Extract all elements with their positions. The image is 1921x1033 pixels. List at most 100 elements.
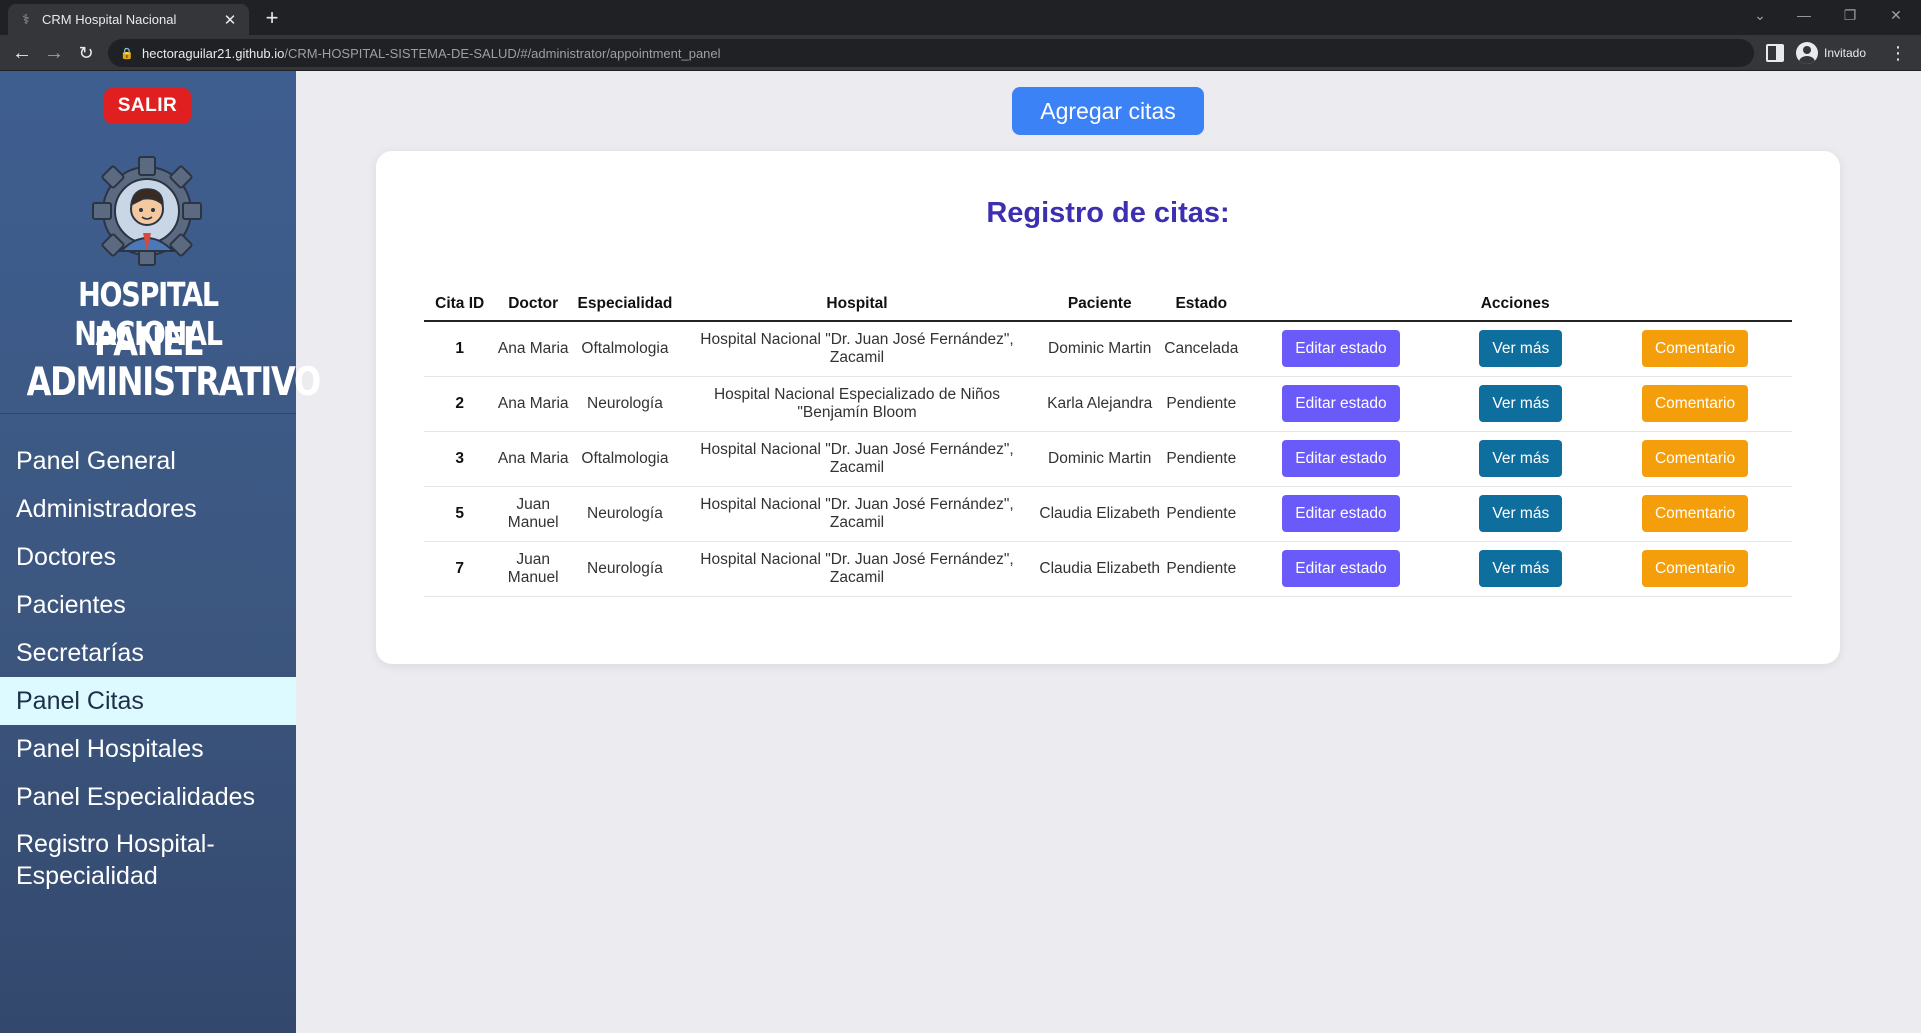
sidebar-item-secretarias[interactable]: Secretarías bbox=[0, 629, 296, 677]
comment-button[interactable]: Comentario bbox=[1641, 550, 1749, 587]
table-row: 3 Ana Maria Oftalmologia Hospital Nacional … bbox=[424, 431, 1792, 487]
comment-button[interactable]: Comentario bbox=[1641, 495, 1749, 532]
restore-icon[interactable]: ❐ bbox=[1830, 0, 1870, 30]
close-window-icon[interactable]: ✕ bbox=[1876, 0, 1916, 30]
hospital-favicon-icon: ⚕ bbox=[22, 11, 30, 27]
table-row: 5 Juan Manuel Neurología Hospital Nacional … bbox=[424, 486, 1792, 542]
sidebar-item-doctores[interactable]: Doctores bbox=[0, 533, 296, 581]
cell-especialidad: Oftalmologia bbox=[571, 321, 679, 377]
cell-paciente: Dominic Martin bbox=[1035, 431, 1165, 487]
view-more-button[interactable]: Ver más bbox=[1479, 550, 1563, 587]
column-header: Acciones bbox=[1238, 287, 1792, 322]
sidebar-item-panel-especialidades[interactable]: Panel Especialidades bbox=[0, 773, 296, 821]
cell-acciones: Editar estado Ver más Comentario bbox=[1238, 376, 1792, 432]
logout-button[interactable]: SALIR bbox=[104, 88, 191, 124]
table-row: 2 Ana Maria Neurología Hospital Nacional Es… bbox=[424, 376, 1792, 432]
column-header: Cita ID bbox=[424, 287, 496, 322]
cell-cita-id: 2 bbox=[424, 376, 496, 432]
main-content: Agregar citas Registro de citas: Cita ID… bbox=[296, 71, 1921, 1033]
sidebar-item-registro-hospital-especialidad[interactable]: Registro Hospital-Especialidad bbox=[0, 821, 296, 901]
cell-paciente: Karla Alejandra bbox=[1035, 376, 1165, 432]
view-more-button[interactable]: Ver más bbox=[1479, 385, 1563, 422]
cell-doctor: Juan Manuel bbox=[495, 486, 572, 542]
cell-hospital: Hospital Nacional Especializado de Niños… bbox=[678, 376, 1036, 432]
profile-button[interactable]: Invitado bbox=[1796, 40, 1866, 66]
sidebar-item-panel-citas[interactable]: Panel Citas bbox=[0, 677, 296, 725]
url-host: hectoraguilar21.github.io bbox=[142, 45, 285, 61]
sidebar-divider bbox=[0, 413, 296, 414]
url-path: /CRM-HOSPITAL-SISTEMA-DE-SALUD/#/adminis… bbox=[284, 45, 721, 61]
cell-hospital: Hospital Nacional "Dr. Juan José Fernánd… bbox=[678, 541, 1036, 597]
cell-cita-id: 5 bbox=[424, 486, 496, 542]
cell-acciones: Editar estado Ver más Comentario bbox=[1238, 486, 1792, 542]
brand-subtitle: PANEL ADMINISTRATIVO bbox=[26, 320, 322, 405]
tab-search-icon[interactable]: ⌄ bbox=[1740, 0, 1780, 30]
cell-estado: Cancelada bbox=[1164, 321, 1239, 377]
cell-doctor: Ana Maria bbox=[495, 376, 572, 432]
sidebar-item-administradores[interactable]: Administradores bbox=[0, 485, 296, 533]
add-appointment-button[interactable]: Agregar citas bbox=[1012, 87, 1204, 135]
appointments-table: Cita ID Doctor Especialidad Hospital Pac… bbox=[424, 287, 1792, 597]
browser-tab[interactable]: ⚕ CRM Hospital Nacional ✕ bbox=[8, 4, 249, 35]
admin-gear-avatar-icon bbox=[92, 156, 202, 266]
appointments-card: Registro de citas: Cita ID Doctor Especi… bbox=[376, 151, 1840, 664]
cell-estado: Pendiente bbox=[1164, 376, 1239, 432]
cell-cita-id: 7 bbox=[424, 541, 496, 597]
sidebar-item-panel-general[interactable]: Panel General bbox=[0, 437, 296, 485]
table-row: 7 Juan Manuel Neurología Hospital Nacional … bbox=[424, 541, 1792, 597]
new-tab-icon[interactable]: + bbox=[258, 4, 286, 32]
edit-status-button[interactable]: Editar estado bbox=[1282, 385, 1400, 422]
sidebar-item-panel-hospitales[interactable]: Panel Hospitales bbox=[0, 725, 296, 773]
view-more-button[interactable]: Ver más bbox=[1479, 330, 1563, 368]
edit-status-button[interactable]: Editar estado bbox=[1282, 495, 1400, 532]
cell-estado: Pendiente bbox=[1164, 486, 1239, 542]
cell-estado: Pendiente bbox=[1164, 541, 1239, 597]
column-header: Estado bbox=[1164, 287, 1239, 322]
back-arrow-icon[interactable]: ← bbox=[8, 39, 36, 67]
browser-tab-strip: ⚕ CRM Hospital Nacional ✕ + ⌄ — ❐ ✕ bbox=[0, 0, 1921, 35]
cell-acciones: Editar estado Ver más Comentario bbox=[1238, 321, 1792, 377]
comment-button[interactable]: Comentario bbox=[1641, 330, 1749, 368]
view-more-button[interactable]: Ver más bbox=[1479, 440, 1563, 477]
cell-estado: Pendiente bbox=[1164, 431, 1239, 487]
side-panel-icon[interactable] bbox=[1766, 44, 1784, 62]
browser-menu-icon[interactable]: ⋮ bbox=[1886, 39, 1910, 67]
sidebar-item-pacientes[interactable]: Pacientes bbox=[0, 581, 296, 629]
cell-paciente: Dominic Martin bbox=[1035, 321, 1165, 377]
brand-subtitle-line2: ADMINISTRATIVO bbox=[26, 360, 322, 405]
cell-especialidad: Neurología bbox=[571, 376, 679, 432]
comment-button[interactable]: Comentario bbox=[1641, 440, 1749, 477]
cell-doctor: Ana Maria bbox=[495, 431, 572, 487]
brand-subtitle-line1: PANEL bbox=[93, 320, 203, 365]
lock-icon: 🔒 bbox=[120, 47, 134, 60]
edit-status-button[interactable]: Editar estado bbox=[1282, 440, 1400, 477]
cell-hospital: Hospital Nacional "Dr. Juan José Fernánd… bbox=[678, 486, 1036, 542]
tab-title: CRM Hospital Nacional bbox=[42, 12, 177, 27]
close-tab-icon[interactable]: ✕ bbox=[221, 11, 239, 29]
column-header: Doctor bbox=[495, 287, 572, 322]
sidebar-nav: Panel General Administradores Doctores P… bbox=[0, 437, 296, 901]
cell-especialidad: Neurología bbox=[571, 486, 679, 542]
comment-button[interactable]: Comentario bbox=[1641, 385, 1749, 422]
minimize-icon[interactable]: — bbox=[1784, 0, 1824, 30]
cell-especialidad: Oftalmologia bbox=[571, 431, 679, 487]
cell-hospital: Hospital Nacional "Dr. Juan José Fernánd… bbox=[678, 431, 1036, 487]
edit-status-button[interactable]: Editar estado bbox=[1282, 550, 1400, 587]
edit-status-button[interactable]: Editar estado bbox=[1282, 330, 1400, 368]
card-title: Registro de citas: bbox=[986, 197, 1230, 229]
cell-acciones: Editar estado Ver más Comentario bbox=[1238, 541, 1792, 597]
cell-paciente: Claudia Elizabeth bbox=[1035, 486, 1165, 542]
cell-especialidad: Neurología bbox=[571, 541, 679, 597]
column-header: Especialidad bbox=[571, 287, 679, 322]
address-bar[interactable]: 🔒 hectoraguilar21.github.io /CRM-HOSPITA… bbox=[108, 39, 1754, 67]
sidebar: SALIR HOSPITAL NACIONAL PANEL ADMINISTRA… bbox=[0, 71, 322, 1033]
forward-arrow-icon[interactable]: → bbox=[40, 39, 68, 67]
guest-avatar-icon bbox=[1796, 42, 1818, 64]
cell-doctor: Ana Maria bbox=[495, 321, 572, 377]
view-more-button[interactable]: Ver más bbox=[1479, 495, 1563, 532]
cell-cita-id: 1 bbox=[424, 321, 496, 377]
cell-hospital: Hospital Nacional "Dr. Juan José Fernánd… bbox=[678, 321, 1036, 377]
cell-doctor: Juan Manuel bbox=[495, 541, 572, 597]
cell-cita-id: 3 bbox=[424, 431, 496, 487]
reload-icon[interactable]: ↻ bbox=[72, 39, 100, 67]
